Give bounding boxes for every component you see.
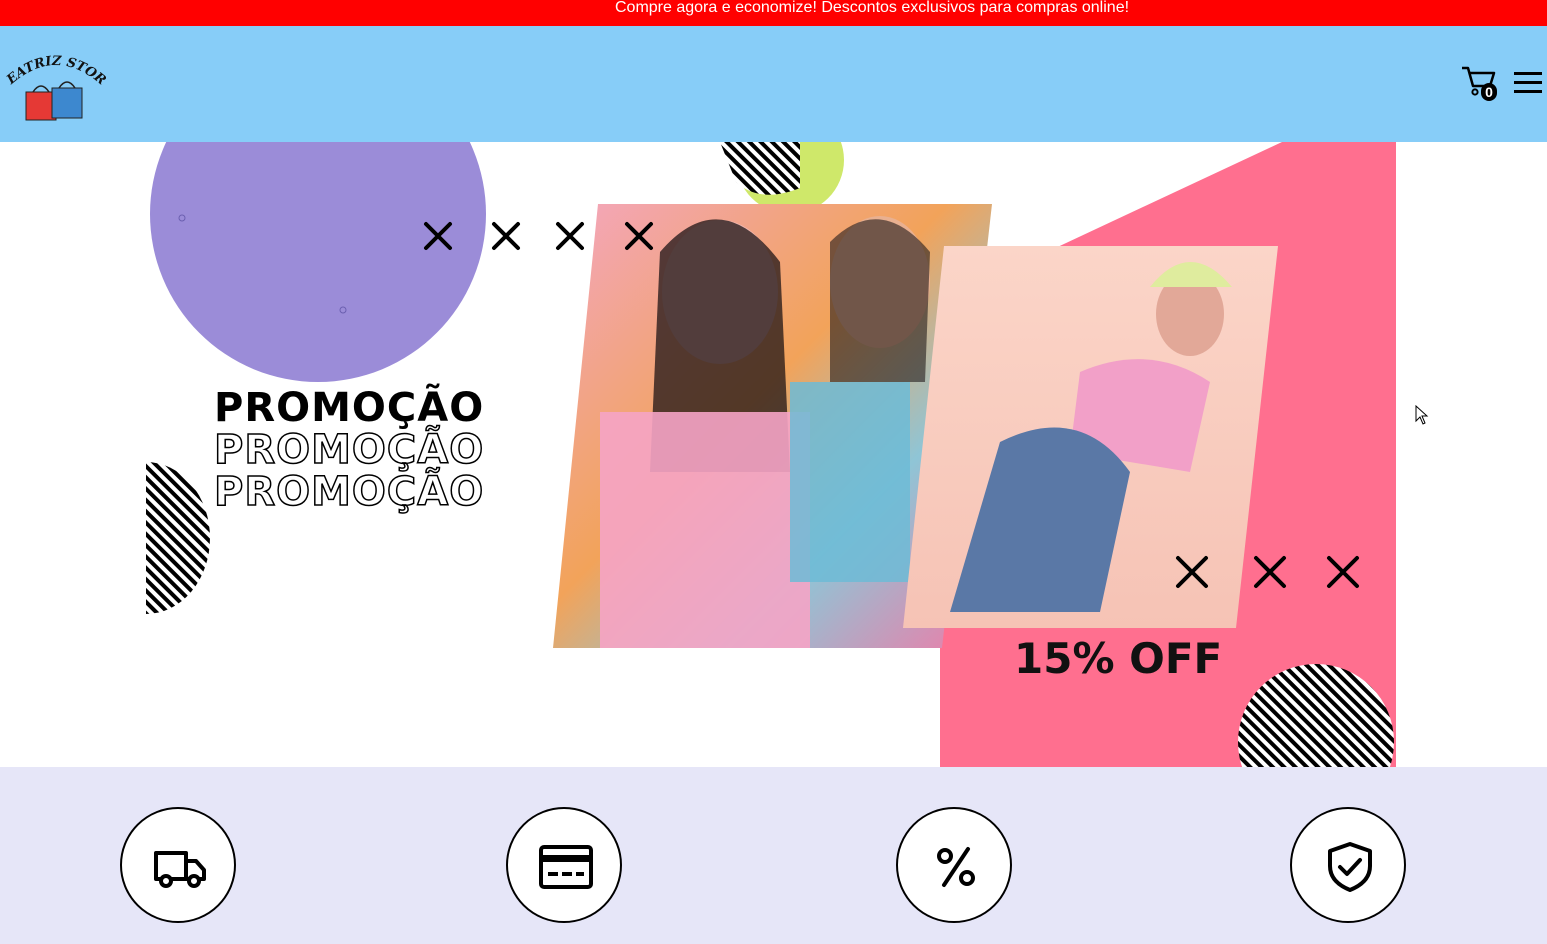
promo-headline-outline: PROMOÇÃO [213,427,485,473]
cart-count-badge: 0 [1481,83,1497,101]
svg-text:BEATRIZ STORE: BEATRIZ STORE [6,48,106,88]
purple-circle-shape [150,142,486,382]
store-logo[interactable]: BEATRIZ STORE [0,37,109,124]
truck-icon [154,851,206,888]
shield-check-icon [1328,842,1372,892]
feature-discount [896,807,1012,923]
credit-card-icon [539,845,593,889]
hamburger-menu-button[interactable] [1514,70,1542,94]
promo-headline-outline: PROMOÇÃO [213,469,485,515]
site-header: BEATRIZ STORE 0 [0,26,1547,142]
percent-icon [937,847,975,887]
cart-button[interactable]: 0 [1460,64,1500,104]
announcement-text: Compre agora e economize! Descontos excl… [615,0,1130,16]
feature-payment [506,807,622,923]
promo-banner[interactable]: PROMOÇÃO PROMOÇÃO PROMOÇÃO 15% OFF [0,142,1547,767]
feature-security [1290,807,1406,923]
mouse-pointer-icon [1415,404,1429,430]
feature-shipping [120,807,236,923]
promo-headline: PROMOÇÃO [214,385,485,431]
announcement-bar: Compre agora e economize! Descontos excl… [0,0,1547,26]
features-strip [0,767,1547,944]
striped-half-circle-left [146,462,210,614]
hamburger-icon [1514,72,1542,93]
logo-text: BEATRIZ STORE [0,37,109,88]
discount-label: 15% OFF [1014,634,1223,683]
